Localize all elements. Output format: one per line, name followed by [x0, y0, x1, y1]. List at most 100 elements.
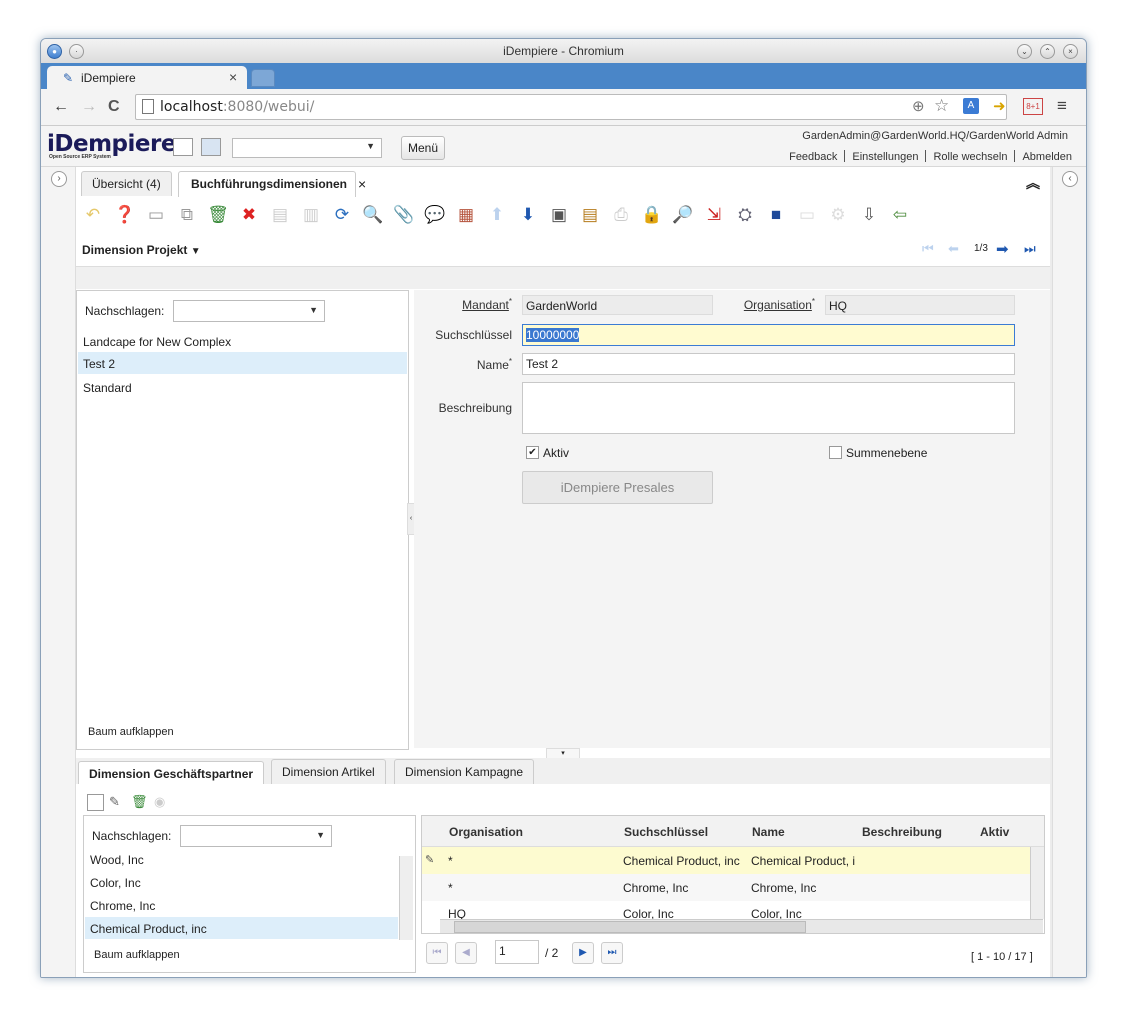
- open-folder-icon[interactable]: [201, 138, 221, 156]
- lock-icon[interactable]: 🔒: [641, 204, 663, 226]
- col-description[interactable]: Beschreibung: [862, 825, 942, 839]
- bookmark-star-icon[interactable]: ☆: [934, 96, 949, 116]
- close-tab-icon[interactable]: ×: [358, 172, 366, 196]
- address-bar[interactable]: localhost:8080/webui/ ⊕ ☆: [135, 94, 1007, 120]
- summary-checkbox[interactable]: [829, 446, 842, 459]
- delete-selection-icon[interactable]: ✖: [238, 204, 260, 226]
- new-window-icon[interactable]: [173, 138, 193, 156]
- description-field[interactable]: [522, 382, 1015, 434]
- detail-tree-item[interactable]: Wood, Inc: [90, 853, 144, 867]
- forward-icon[interactable]: →: [81, 98, 97, 116]
- last-page-icon[interactable]: ⏭: [601, 942, 623, 964]
- reload-icon[interactable]: C: [108, 98, 120, 116]
- chat-icon[interactable]: 💬: [424, 204, 446, 226]
- find-icon[interactable]: 🔍: [362, 204, 384, 226]
- record-title[interactable]: Dimension Projekt ▼: [82, 243, 201, 257]
- grid-hscrollbar[interactable]: [440, 919, 1043, 933]
- presales-button[interactable]: iDempiere Presales: [522, 471, 713, 504]
- chrome-menu-icon[interactable]: ≡: [1057, 96, 1067, 116]
- tab-overview[interactable]: Übersicht (4): [81, 171, 172, 196]
- tab-accounting-dimensions[interactable]: Buchführungsdimensionen ×: [178, 171, 366, 197]
- detail-tree-item[interactable]: Color, Inc: [90, 876, 141, 890]
- next-page-icon[interactable]: ▶: [572, 942, 594, 964]
- logout-link[interactable]: Abmelden: [1015, 151, 1072, 163]
- close-window-button[interactable]: ×: [1063, 44, 1078, 59]
- detail-tree-scrollbar[interactable]: [399, 856, 413, 940]
- grid-vscrollbar[interactable]: [1030, 847, 1044, 919]
- first-record-icon[interactable]: ⏮: [922, 241, 934, 257]
- copy-record-icon[interactable]: ⧉: [176, 204, 198, 226]
- save-new-icon[interactable]: ▥: [300, 204, 322, 226]
- parent-record-icon[interactable]: ⬆: [486, 204, 508, 226]
- detail-record-icon[interactable]: ⬇: [517, 204, 539, 226]
- save-icon[interactable]: ▤: [269, 204, 291, 226]
- tab-campaign-dimension[interactable]: Dimension Kampagne: [394, 759, 535, 784]
- tree-item[interactable]: Standard: [83, 381, 132, 395]
- detail-edit-icon[interactable]: ✎: [109, 794, 120, 810]
- collapse-icon[interactable]: ︽: [1026, 173, 1040, 193]
- process-icon[interactable]: ⚙: [827, 204, 849, 226]
- tree-item[interactable]: Landcape for New Complex: [83, 335, 231, 349]
- report-icon[interactable]: ▣: [548, 204, 570, 226]
- browser-tab[interactable]: ✎ iDempiere ×: [47, 66, 247, 89]
- detail-tree-search-combo[interactable]: ▼: [180, 825, 332, 847]
- attachment-icon[interactable]: 📎: [393, 204, 415, 226]
- maximize-button[interactable]: ⌃: [1040, 44, 1055, 59]
- name-field[interactable]: Test 2: [522, 353, 1015, 375]
- new-record-icon[interactable]: ▭: [145, 204, 167, 226]
- detail-tree-item[interactable]: Chrome, Inc: [90, 899, 155, 913]
- grid-toggle-icon[interactable]: ▦: [455, 204, 477, 226]
- new-tab-button[interactable]: [251, 69, 275, 87]
- grid-hscroll-thumb[interactable]: [454, 921, 806, 933]
- expand-right-icon[interactable]: ‹: [1062, 171, 1078, 187]
- zoom-across-icon[interactable]: 🔎: [672, 204, 694, 226]
- page-input[interactable]: 1: [495, 940, 539, 964]
- change-role-link[interactable]: Rolle wechseln: [926, 151, 1014, 163]
- search-key-field[interactable]: 10000000: [522, 324, 1015, 346]
- archive-icon[interactable]: ▤: [579, 204, 601, 226]
- tree-search-combo[interactable]: ▼: [173, 300, 325, 322]
- previous-record-icon[interactable]: ⬅: [948, 241, 959, 257]
- col-search-key[interactable]: Suchschlüssel: [624, 825, 708, 839]
- active-workflows-icon[interactable]: ▭: [796, 204, 818, 226]
- active-checkbox[interactable]: ✔: [526, 446, 539, 459]
- table-row[interactable]: ✎ * Chemical Product, inc Chemical Produ…: [422, 847, 1030, 874]
- google-plus-icon[interactable]: 8+1: [1023, 98, 1043, 115]
- close-tab-icon[interactable]: ×: [229, 69, 237, 85]
- product-info-icon[interactable]: ■: [765, 204, 787, 226]
- translate-icon[interactable]: A: [963, 98, 979, 114]
- table-row[interactable]: HQ Color, Inc Color, Inc: [422, 901, 1030, 919]
- refresh-icon[interactable]: ⟳: [331, 204, 353, 226]
- preferences-link[interactable]: Einstellungen: [845, 151, 925, 163]
- tree-item[interactable]: Test 2: [83, 357, 115, 371]
- global-search-combo[interactable]: ▼: [232, 138, 382, 158]
- menu-button[interactable]: Menü: [401, 136, 445, 160]
- detail-new-icon[interactable]: [87, 794, 104, 811]
- zoom-icon[interactable]: ⊕: [912, 97, 925, 115]
- col-name[interactable]: Name: [752, 825, 785, 839]
- detail-tree-item[interactable]: Chemical Product, inc: [90, 922, 207, 936]
- col-organisation[interactable]: Organisation: [449, 825, 523, 839]
- row-edit-icon[interactable]: ✎: [425, 853, 434, 866]
- undo-icon[interactable]: ↶: [82, 204, 104, 226]
- tab-product-dimension[interactable]: Dimension Artikel: [271, 759, 386, 784]
- org-field[interactable]: HQ: [825, 295, 1015, 315]
- feedback-link[interactable]: Feedback: [782, 151, 844, 163]
- tree-expand-link[interactable]: Baum aufklappen: [88, 726, 174, 738]
- detail-toggle-icon[interactable]: ◉: [154, 794, 165, 810]
- previous-page-icon[interactable]: ◀: [455, 942, 477, 964]
- col-active[interactable]: Aktiv: [980, 825, 1009, 839]
- extension-icon[interactable]: ➜: [993, 97, 1006, 115]
- detail-tree-expand-link[interactable]: Baum aufklappen: [94, 949, 180, 961]
- delete-icon[interactable]: 🗑: [207, 204, 229, 226]
- table-row[interactable]: * Chrome, Inc Chrome, Inc: [422, 874, 1030, 901]
- help-icon[interactable]: ❓: [114, 204, 136, 226]
- workflow-icon[interactable]: ⇲: [703, 204, 725, 226]
- print-icon[interactable]: ⎙: [610, 204, 632, 226]
- first-page-icon[interactable]: ⏮: [426, 942, 448, 964]
- expand-left-icon[interactable]: ›: [51, 171, 67, 187]
- last-record-icon[interactable]: ⏭: [1024, 241, 1036, 257]
- export-icon[interactable]: ⇩: [858, 204, 880, 226]
- back-icon[interactable]: ←: [53, 98, 69, 116]
- minimize-button[interactable]: ⌄: [1017, 44, 1032, 59]
